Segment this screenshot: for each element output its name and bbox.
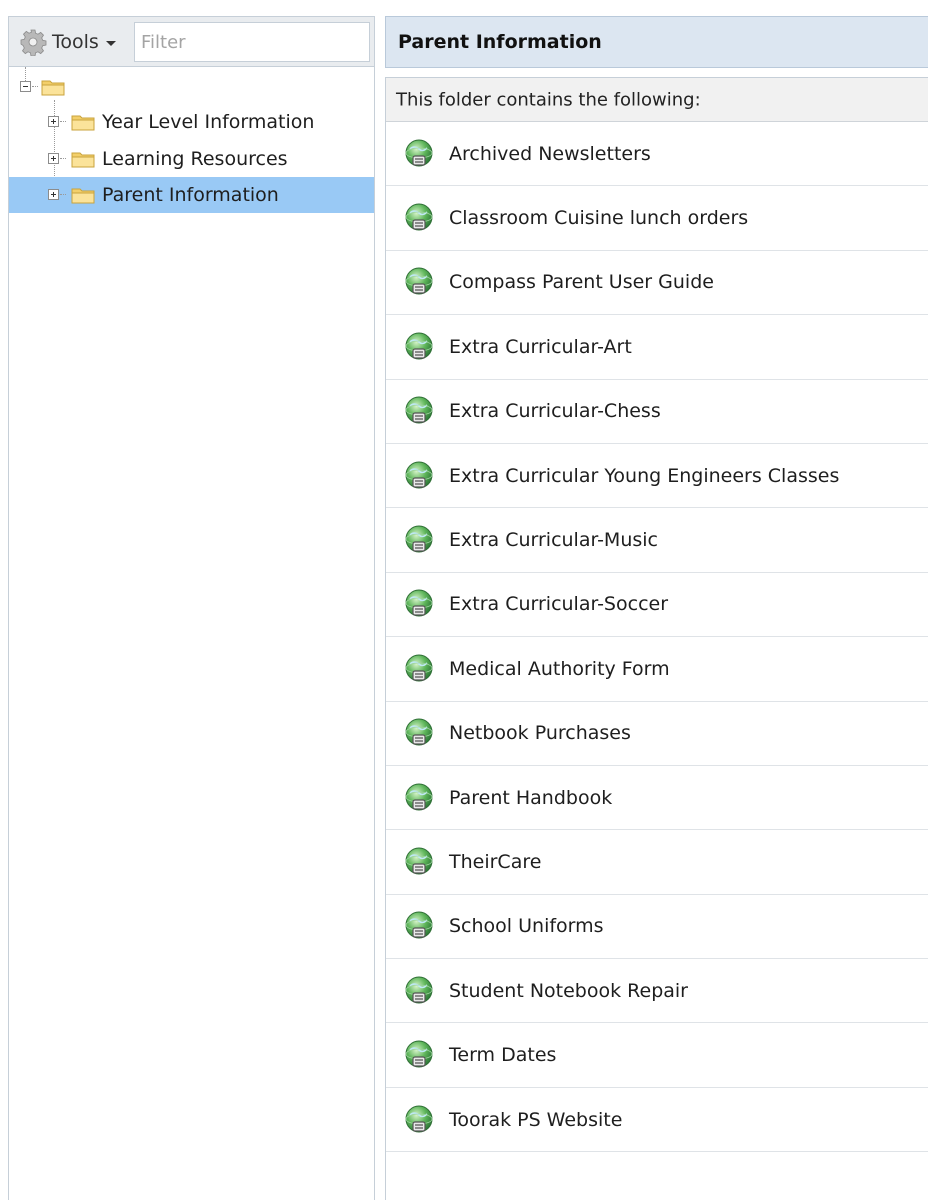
tree-node-label: Learning Resources xyxy=(102,148,288,170)
list-item-label: Compass Parent User Guide xyxy=(449,271,714,294)
folder-icon xyxy=(71,115,95,131)
web-link-globe-icon xyxy=(405,139,433,167)
web-link-globe-icon xyxy=(405,589,433,617)
list-item[interactable]: TheirCare xyxy=(386,830,928,895)
list-item[interactable]: Netbook Purchases xyxy=(386,702,928,766)
content-subheading: This folder contains the following: xyxy=(396,89,701,110)
list-item-label: Netbook Purchases xyxy=(449,722,631,745)
tree-connector xyxy=(60,194,66,195)
web-link-globe-icon xyxy=(405,1105,433,1133)
folder-icon xyxy=(71,152,95,168)
list-item-label: Extra Curricular-Art xyxy=(449,335,632,358)
list-item[interactable]: Extra Curricular-Art xyxy=(386,315,928,380)
tree-node-year-level-information[interactable]: Year Level Information xyxy=(9,104,374,140)
web-link-globe-icon xyxy=(405,525,433,553)
web-link-globe-icon xyxy=(405,654,433,682)
tools-label: Tools xyxy=(52,31,99,53)
content-title-bar: Parent Information xyxy=(385,16,928,68)
list-item[interactable]: Term Dates xyxy=(386,1023,928,1088)
tree-connector xyxy=(60,121,66,122)
list-item-label: Toorak PS Website xyxy=(449,1108,623,1131)
list-item-label: Extra Curricular-Music xyxy=(449,529,658,552)
item-list: Archived Newsletters Classroom Cuisine l… xyxy=(386,122,928,1153)
web-link-globe-icon xyxy=(405,203,433,231)
root-collapse-toggle[interactable] xyxy=(20,81,31,92)
content-subheading-bar: This folder contains the following: xyxy=(386,78,928,122)
list-item[interactable]: Student Notebook Repair xyxy=(386,959,928,1024)
expand-toggle[interactable] xyxy=(48,189,59,200)
tree-connector xyxy=(60,158,66,159)
web-link-globe-icon xyxy=(405,783,433,811)
list-item-label: Extra Curricular-Chess xyxy=(449,400,661,423)
list-item[interactable]: Parent Handbook xyxy=(386,766,928,831)
tree-connector xyxy=(32,86,38,87)
list-item-label: Medical Authority Form xyxy=(449,657,670,680)
list-item[interactable]: Extra Curricular-Soccer xyxy=(386,573,928,638)
tree-node-parent-information[interactable]: Parent Information xyxy=(9,177,374,213)
web-link-globe-icon xyxy=(405,718,433,746)
list-item-label: Extra Curricular-Soccer xyxy=(449,593,669,616)
list-item[interactable]: Classroom Cuisine lunch orders xyxy=(386,186,928,251)
list-item[interactable]: Extra Curricular-Chess xyxy=(386,380,928,444)
tree-node-label: Year Level Information xyxy=(102,111,315,133)
list-item[interactable]: Medical Authority Form xyxy=(386,637,928,702)
list-item[interactable]: Extra Curricular-Music xyxy=(386,508,928,573)
list-item[interactable]: Archived Newsletters xyxy=(386,122,928,187)
content-pane: This folder contains the following: Arch… xyxy=(385,77,928,1200)
list-item-label: Extra Curricular Young Engineers Classes xyxy=(449,464,840,487)
expand-toggle[interactable] xyxy=(48,116,59,127)
gear-icon xyxy=(20,29,47,56)
list-item-label: TheirCare xyxy=(449,850,542,873)
web-link-globe-icon xyxy=(405,911,433,939)
tree-toolbar: Tools xyxy=(9,17,374,67)
list-item[interactable]: Compass Parent User Guide xyxy=(386,251,928,316)
list-item[interactable]: Toorak PS Website xyxy=(386,1088,928,1153)
web-link-globe-icon xyxy=(405,396,433,424)
folder-tree: Year Level Information Learning Resource… xyxy=(9,67,374,1197)
filter-input[interactable] xyxy=(134,22,370,62)
tools-menu-button[interactable]: Tools xyxy=(19,27,116,57)
list-item[interactable]: School Uniforms xyxy=(386,895,928,960)
web-link-globe-icon xyxy=(405,332,433,360)
web-link-globe-icon xyxy=(405,976,433,1004)
web-link-globe-icon xyxy=(405,1040,433,1068)
list-item-label: Archived Newsletters xyxy=(449,142,651,165)
list-item-label: Student Notebook Repair xyxy=(449,979,688,1002)
page-title: Parent Information xyxy=(398,31,602,53)
web-link-globe-icon xyxy=(405,267,433,295)
list-item[interactable]: Extra Curricular Young Engineers Classes xyxy=(386,444,928,509)
list-item-label: Term Dates xyxy=(449,1044,557,1067)
chevron-down-icon xyxy=(105,40,116,46)
web-link-globe-icon xyxy=(405,847,433,875)
list-item-label: School Uniforms xyxy=(449,915,604,938)
tree-pane: Tools Year Level Information xyxy=(8,16,375,1200)
expand-toggle[interactable] xyxy=(48,153,59,164)
list-item-label: Classroom Cuisine lunch orders xyxy=(449,207,749,230)
web-link-globe-icon xyxy=(405,461,433,489)
tree-node-learning-resources[interactable]: Learning Resources xyxy=(9,141,374,177)
folder-open-icon[interactable] xyxy=(41,78,65,96)
list-item-label: Parent Handbook xyxy=(449,786,613,809)
tree-node-label: Parent Information xyxy=(102,184,279,206)
folder-icon xyxy=(71,188,95,204)
